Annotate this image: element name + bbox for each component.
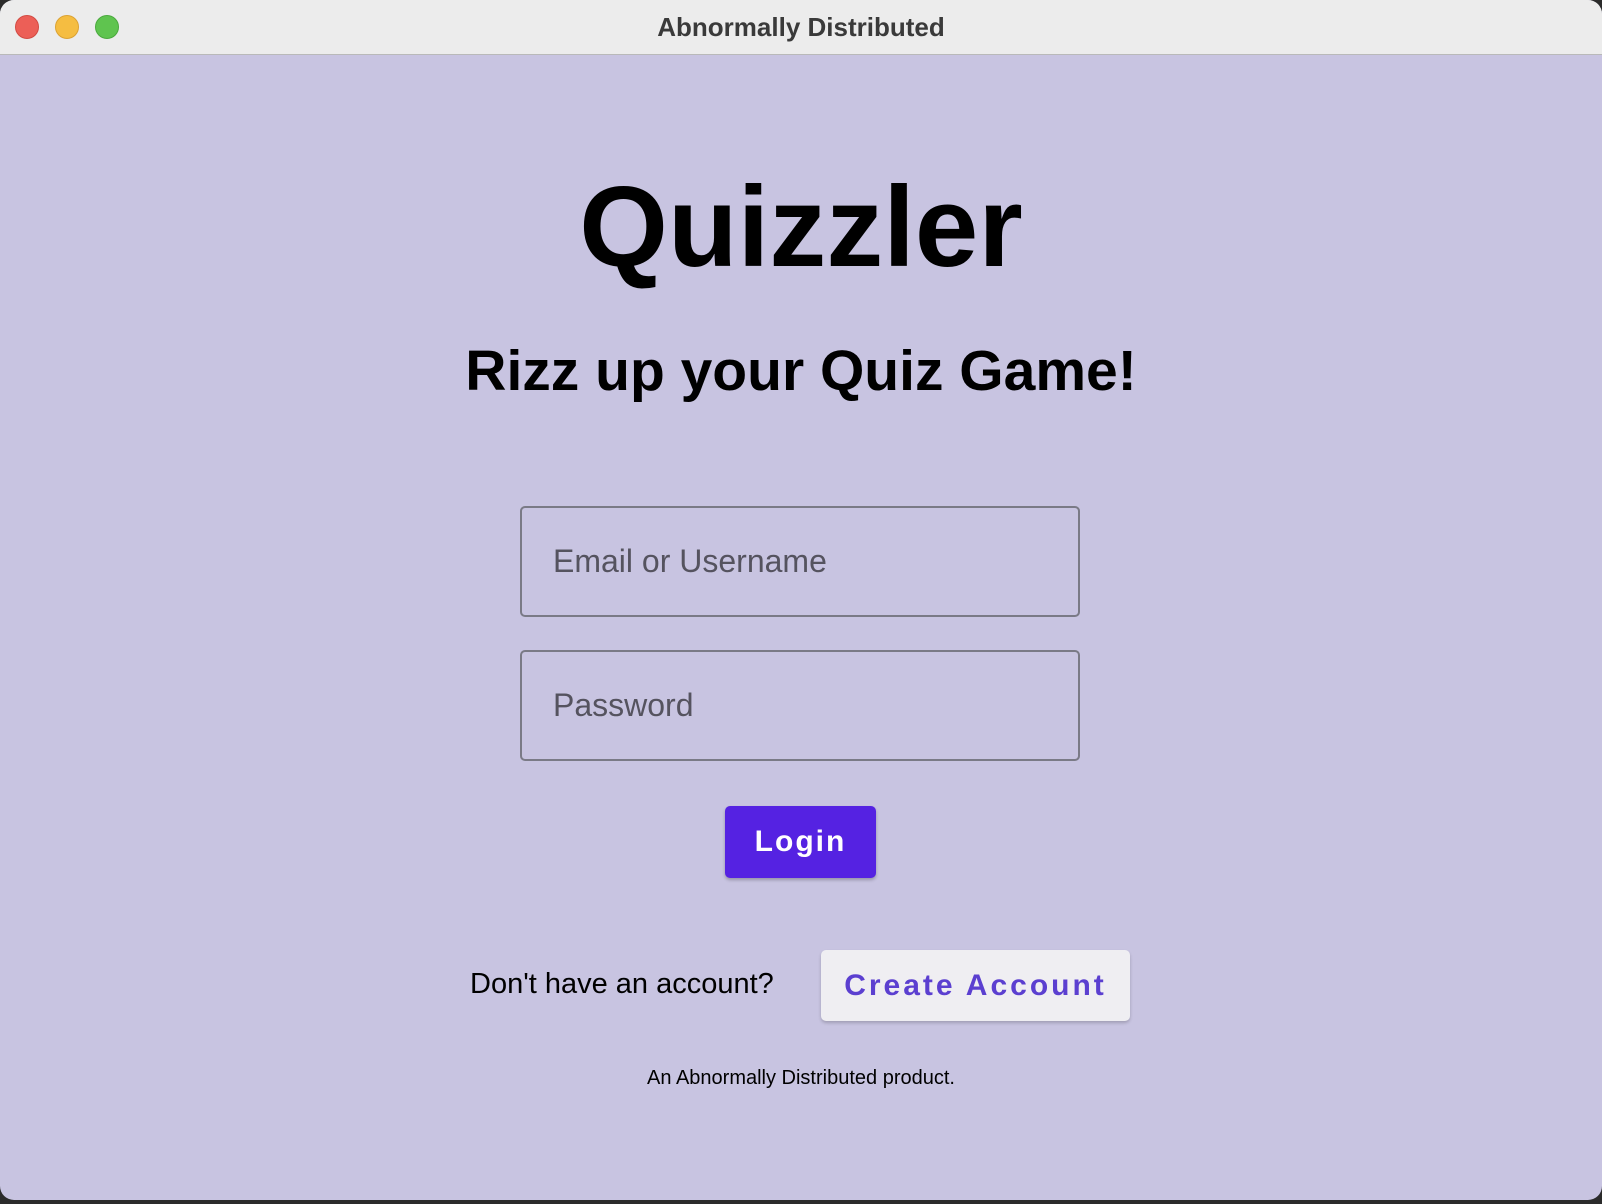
title-bar[interactable]: Abnormally Distributed [0, 0, 1602, 55]
password-input[interactable] [520, 650, 1080, 761]
app-window: Abnormally Distributed Quizzler Rizz up … [0, 0, 1602, 1200]
app-title: Quizzler [579, 164, 1023, 291]
create-account-button[interactable]: Create Account [821, 950, 1130, 1021]
signup-prompt: Don't have an account? [470, 968, 774, 1000]
email-username-input[interactable] [520, 506, 1080, 617]
login-button[interactable]: Login [725, 806, 876, 878]
window-title: Abnormally Distributed [657, 12, 945, 42]
tagline: Rizz up your Quiz Game! [465, 339, 1137, 403]
footer-text: An Abnormally Distributed product. [647, 1067, 955, 1089]
login-screen: Quizzler Rizz up your Quiz Game! Login D… [0, 55, 1602, 1200]
